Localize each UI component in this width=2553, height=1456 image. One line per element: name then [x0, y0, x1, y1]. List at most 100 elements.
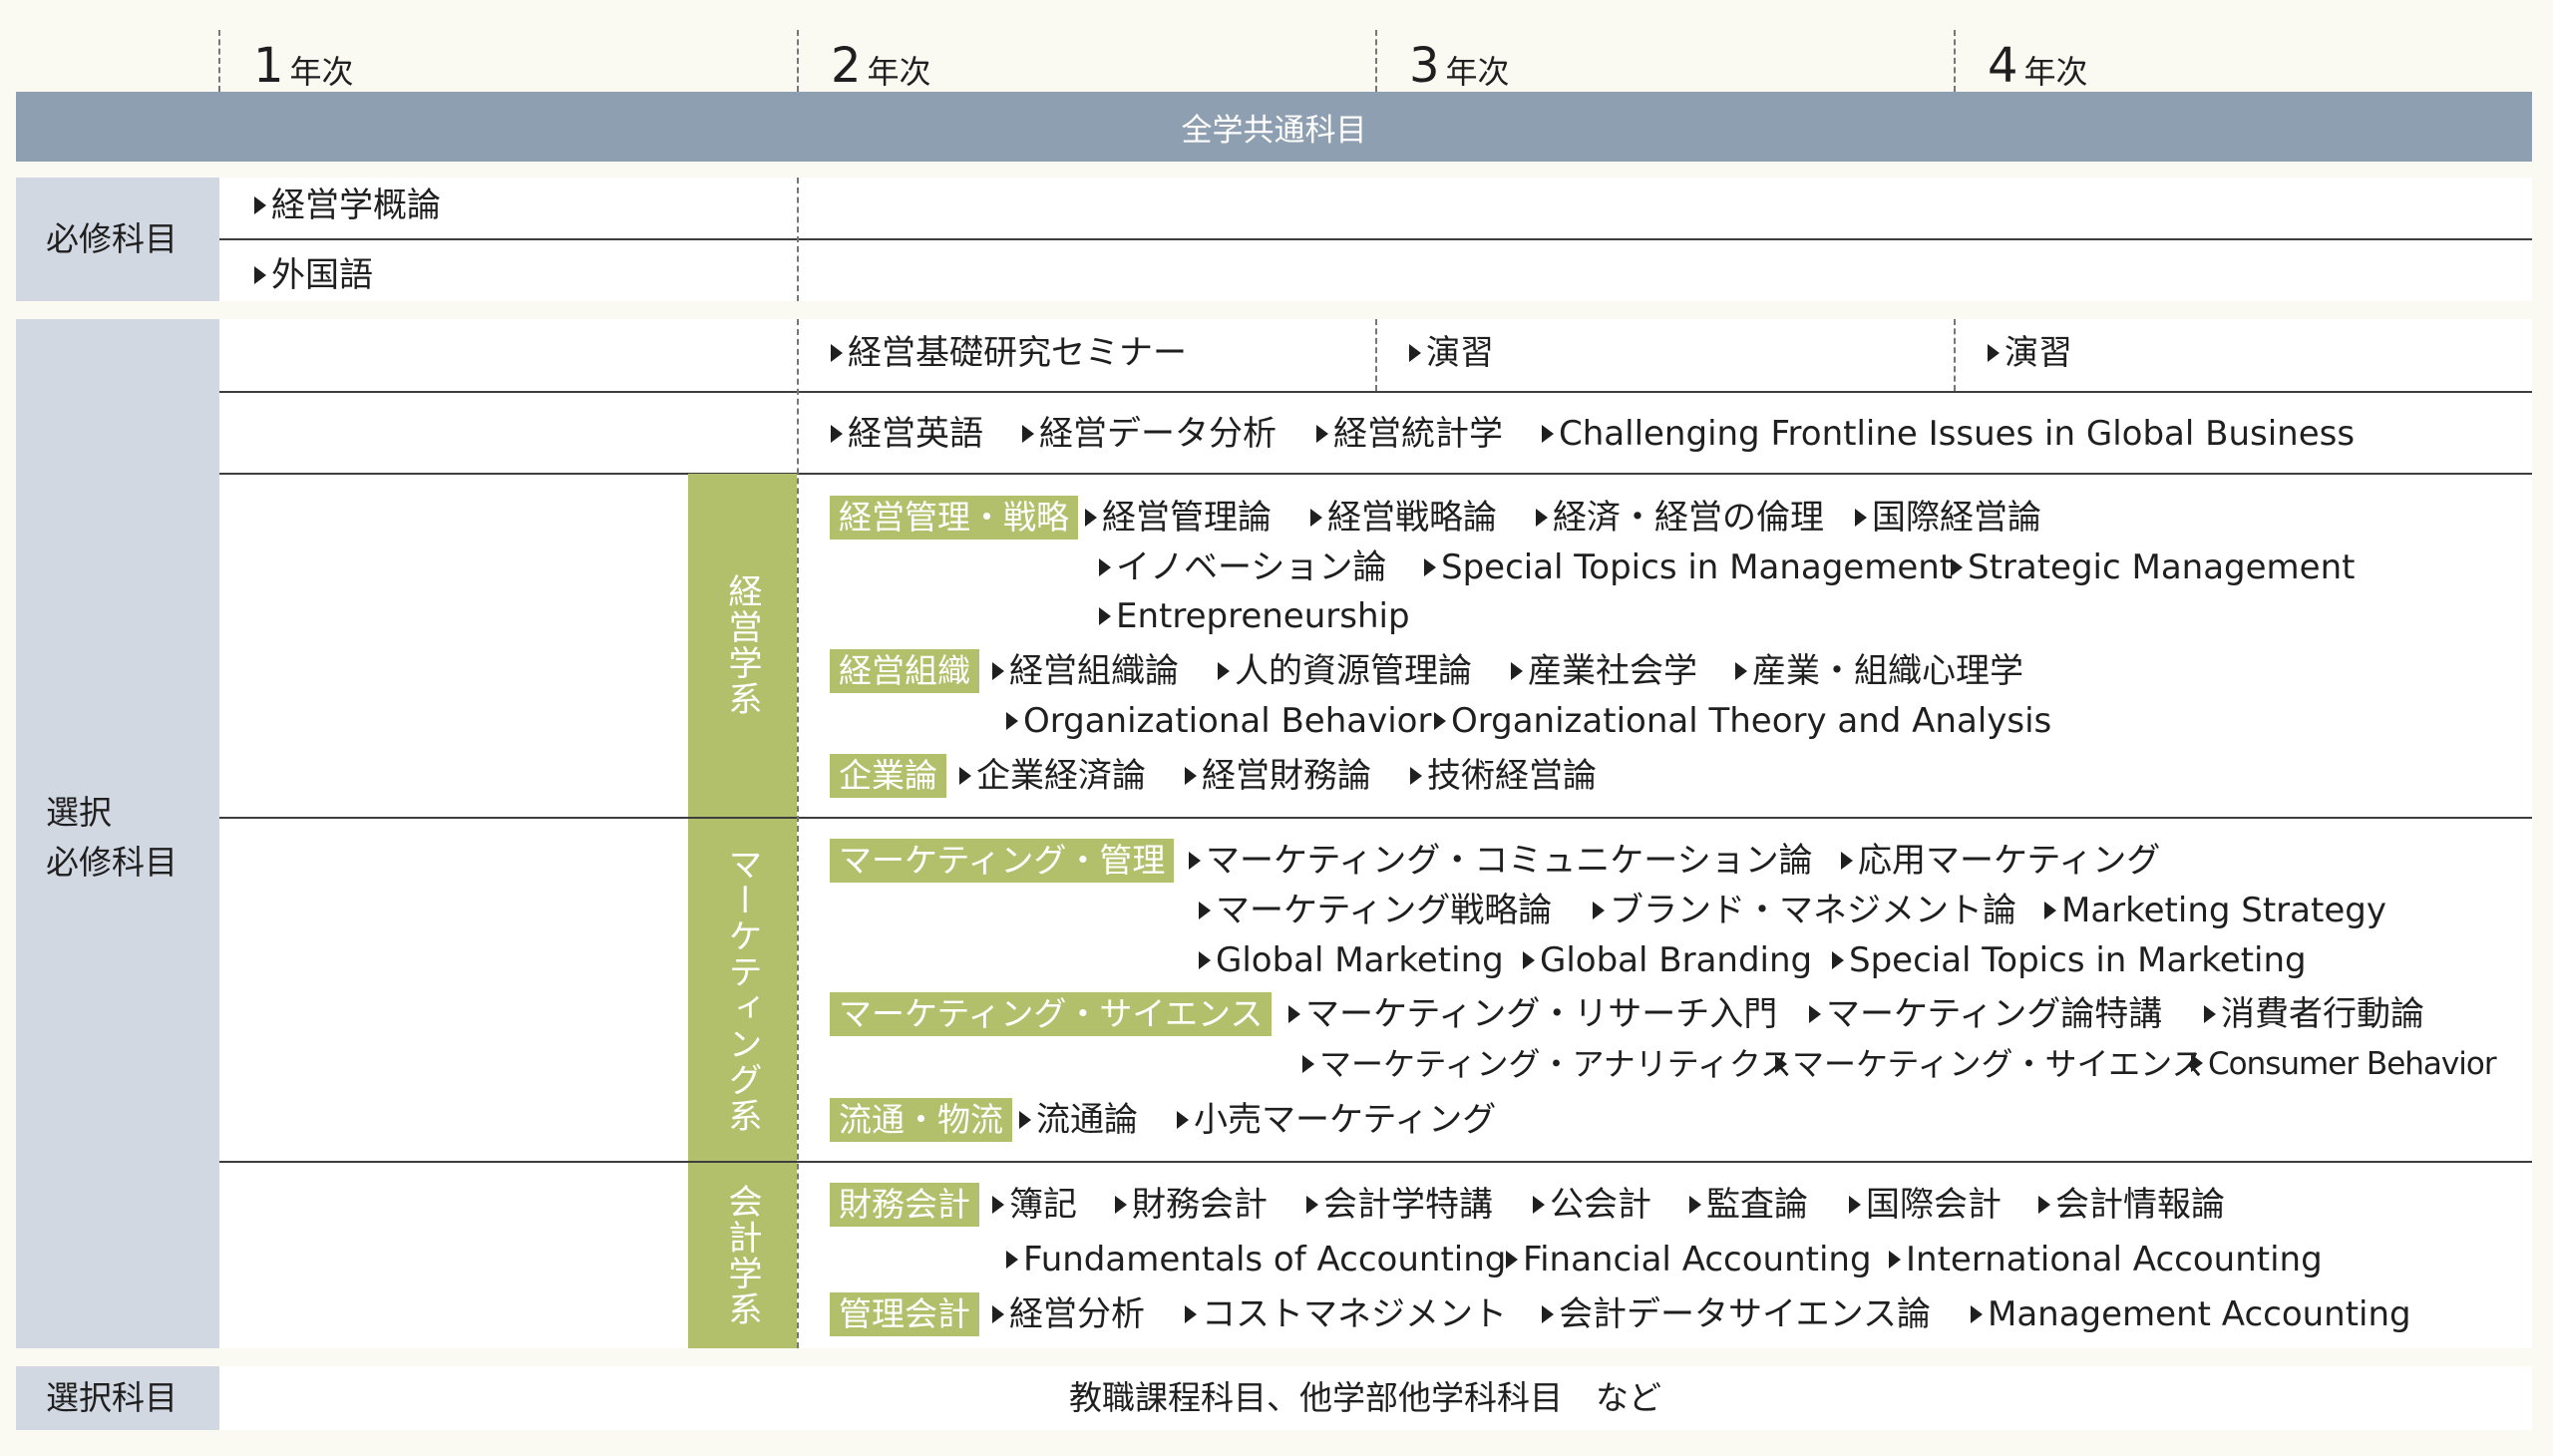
course-name: 経営基礎研究セミナー: [848, 333, 1187, 373]
row-divider: [219, 391, 2532, 393]
year-4-header: 4 年次: [1988, 34, 2088, 90]
course-name: Challenging Frontline Issues in Global B…: [1559, 414, 2356, 454]
course-name: International Accounting: [1906, 1240, 2323, 1279]
year-divider: [1375, 30, 1377, 92]
course-name: Fundamentals of Accounting: [1023, 1240, 1507, 1279]
course-item: 産業・組織心理学: [1735, 651, 2023, 691]
arrow-icon: [1506, 1251, 1518, 1269]
arrow-icon: [1288, 1005, 1300, 1023]
course-item: 経営組織論: [992, 651, 1179, 691]
course-item: イノベーション論: [1099, 547, 1386, 587]
course-item: Special Topics in Marketing: [1832, 940, 2307, 980]
arrow-icon: [1006, 712, 1018, 730]
course-name: 流通論: [1036, 1100, 1138, 1140]
course-name: 小売マーケティング: [1194, 1100, 1497, 1140]
course-item: Special Topics in Management: [1424, 547, 1953, 587]
course-item: 経営管理論: [1085, 498, 1272, 538]
course-item: 経営戦略論: [1310, 498, 1497, 538]
tag-enterprise: 企業論: [830, 754, 946, 798]
arrow-icon: [1115, 1196, 1127, 1214]
course-name: 経営管理論: [1102, 498, 1272, 538]
year-divider: [1954, 30, 1956, 92]
course-name: イノベーション論: [1116, 547, 1387, 587]
course-item: Entrepreneurship: [1099, 596, 1410, 636]
year-number: 4: [1988, 38, 2018, 94]
course-name: ブランド・マネジメント論: [1610, 891, 2016, 930]
course-name: 企業経済論: [976, 756, 1146, 796]
arrow-icon: [1306, 1196, 1318, 1214]
arrow-icon: [1689, 1196, 1701, 1214]
course-item: Organizational Theory and Analysis: [1434, 701, 2051, 741]
year-2-header: 2 年次: [831, 34, 931, 90]
course-name: Consumer Behavior: [2208, 1046, 2497, 1082]
row-divider: [219, 473, 2532, 475]
course-item: マーケティング・アナリティクス: [1302, 1044, 1792, 1084]
tag-distribution: 流通・物流: [830, 1098, 1012, 1142]
arrow-icon: [1841, 852, 1853, 870]
course-item: Financial Accounting: [1506, 1240, 1872, 1279]
course-item: 簿記: [992, 1185, 1077, 1225]
course-name: 経営戦略論: [1327, 498, 1497, 538]
arrow-icon: [1988, 344, 2000, 362]
course-item: 公会計: [1533, 1185, 1651, 1225]
stream-accounting: 会計学系: [688, 1163, 797, 1348]
course-name: 国際経営論: [1872, 498, 2041, 538]
arrow-icon: [1424, 558, 1436, 576]
course-name: 会計情報論: [2055, 1185, 2225, 1225]
course-item: 外国語: [254, 255, 373, 295]
course-name: コストマネジメント: [1202, 1294, 1507, 1334]
course-name: 財務会計: [1132, 1185, 1268, 1225]
arrow-icon: [1302, 1055, 1314, 1073]
course-name: マーケティング論特講: [1826, 994, 2163, 1034]
course-item: Organizational Behavior: [1006, 701, 1431, 741]
arrow-icon: [1855, 509, 1867, 527]
arrow-icon: [1199, 951, 1211, 969]
course-name: マーケティング・サイエンス: [1792, 1045, 2204, 1083]
course-item: Marketing Strategy: [2044, 891, 2386, 930]
category-label-line1: 選択: [46, 793, 112, 832]
tag-fin-acct: 財務会計: [830, 1183, 979, 1227]
course-name: 外国語: [271, 255, 373, 295]
course-name: Special Topics in Marketing: [1849, 940, 2307, 980]
course-item: 経済・経営の倫理: [1536, 498, 1824, 538]
course-name: Organizational Behavior: [1023, 701, 1432, 741]
course-name: 技術経営論: [1427, 756, 1597, 796]
course-name: 経営分析: [1009, 1294, 1145, 1334]
course-name: 経営英語: [848, 414, 983, 454]
arrow-icon: [992, 662, 1004, 680]
year-divider: [797, 319, 799, 1348]
course-item: マーケティング論特講: [1809, 994, 2162, 1034]
elective-description: 教職課程科目、他学部他学科科目 など: [1069, 1378, 1661, 1417]
course-item: 経営基礎研究セミナー: [831, 333, 1187, 373]
course-item: 人的資源管理論: [1218, 651, 1472, 691]
category-label-line2: 必修科目: [46, 843, 178, 882]
course-name: 経営組織論: [1009, 651, 1179, 691]
row-divider: [219, 817, 2532, 819]
arrow-icon: [959, 767, 971, 785]
arrow-icon: [2204, 1005, 2216, 1023]
arrow-icon: [1185, 767, 1197, 785]
course-item: 演習: [1988, 333, 2072, 373]
category-elective: 選択科目: [16, 1366, 219, 1430]
year-suffix: 年次: [289, 53, 354, 91]
arrow-icon: [1809, 1005, 1821, 1023]
arrow-icon: [1310, 509, 1322, 527]
year-suffix: 年次: [867, 53, 931, 91]
arrow-icon: [992, 1305, 1004, 1323]
tag-mkt-mgmt: マーケティング・管理: [830, 839, 1175, 883]
year-3-header: 3 年次: [1409, 34, 1510, 90]
arrow-icon: [1085, 509, 1097, 527]
year-divider: [1954, 319, 1956, 391]
course-name: 公会計: [1550, 1185, 1651, 1225]
course-name: 経営学概論: [271, 185, 441, 225]
category-label: 必修科目: [46, 219, 178, 258]
course-name: 国際会計: [1866, 1185, 2002, 1225]
category-required: 必修科目: [16, 178, 219, 301]
arrow-icon: [254, 196, 266, 214]
arrow-icon: [1593, 902, 1605, 919]
arrow-icon: [831, 344, 843, 362]
arrow-icon: [1889, 1251, 1901, 1269]
course-item: 経営英語: [831, 414, 983, 454]
course-name: 会計データサイエンス論: [1559, 1294, 1931, 1334]
tag-mkt-science: マーケティング・サイエンス: [830, 992, 1273, 1036]
